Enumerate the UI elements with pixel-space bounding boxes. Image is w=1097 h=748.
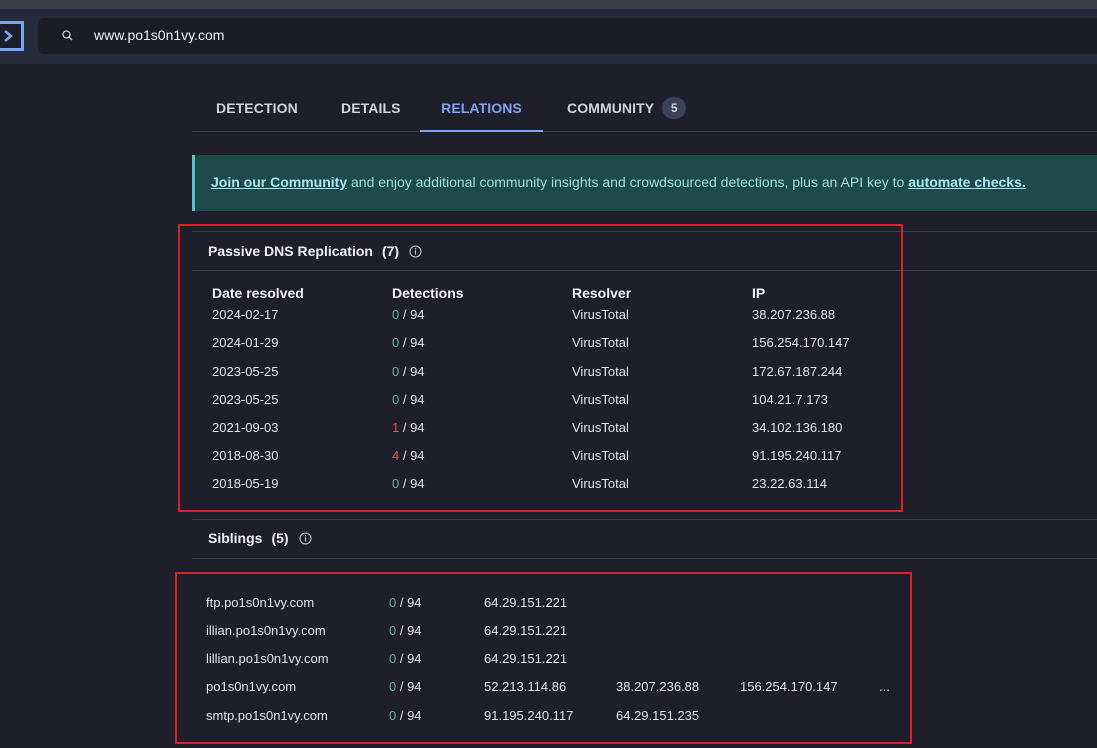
chevron-right-icon — [4, 30, 13, 42]
automate-checks-link[interactable]: automate checks. — [908, 174, 1026, 190]
banner-text: and enjoy additional community insights … — [347, 174, 909, 190]
join-community-link[interactable]: Join our Community — [211, 174, 347, 190]
window-top-strip — [0, 0, 1097, 9]
tab-community-label: COMMUNITY — [567, 99, 655, 116]
search-input[interactable]: www.po1s0n1vy.com — [94, 27, 224, 43]
divider — [192, 558, 1097, 559]
tab-relations[interactable]: RELATIONS — [420, 84, 543, 132]
divider — [192, 519, 1097, 520]
tab-community[interactable]: COMMUNITY 5 — [567, 84, 687, 131]
search-icon — [62, 30, 73, 41]
siblings-title-text: Siblings — [208, 530, 263, 546]
top-bar: www.po1s0n1vy.com — [0, 9, 1097, 64]
search-bar[interactable]: www.po1s0n1vy.com — [38, 18, 1097, 54]
highlight-box — [178, 224, 903, 512]
community-count-badge: 5 — [662, 96, 687, 119]
logo[interactable] — [0, 21, 24, 51]
highlight-box — [175, 572, 912, 744]
siblings-count: (5) — [271, 530, 289, 546]
community-banner: Join our Community and enjoy additional … — [192, 155, 1097, 211]
info-icon[interactable] — [299, 532, 312, 545]
tab-details[interactable]: DETAILS — [341, 84, 401, 131]
tab-detection[interactable]: DETECTION — [216, 84, 298, 131]
siblings-title: Siblings (5) — [208, 530, 312, 546]
tab-bar: DETECTION DETAILS RELATIONS COMMUNITY 5 — [192, 84, 1097, 132]
